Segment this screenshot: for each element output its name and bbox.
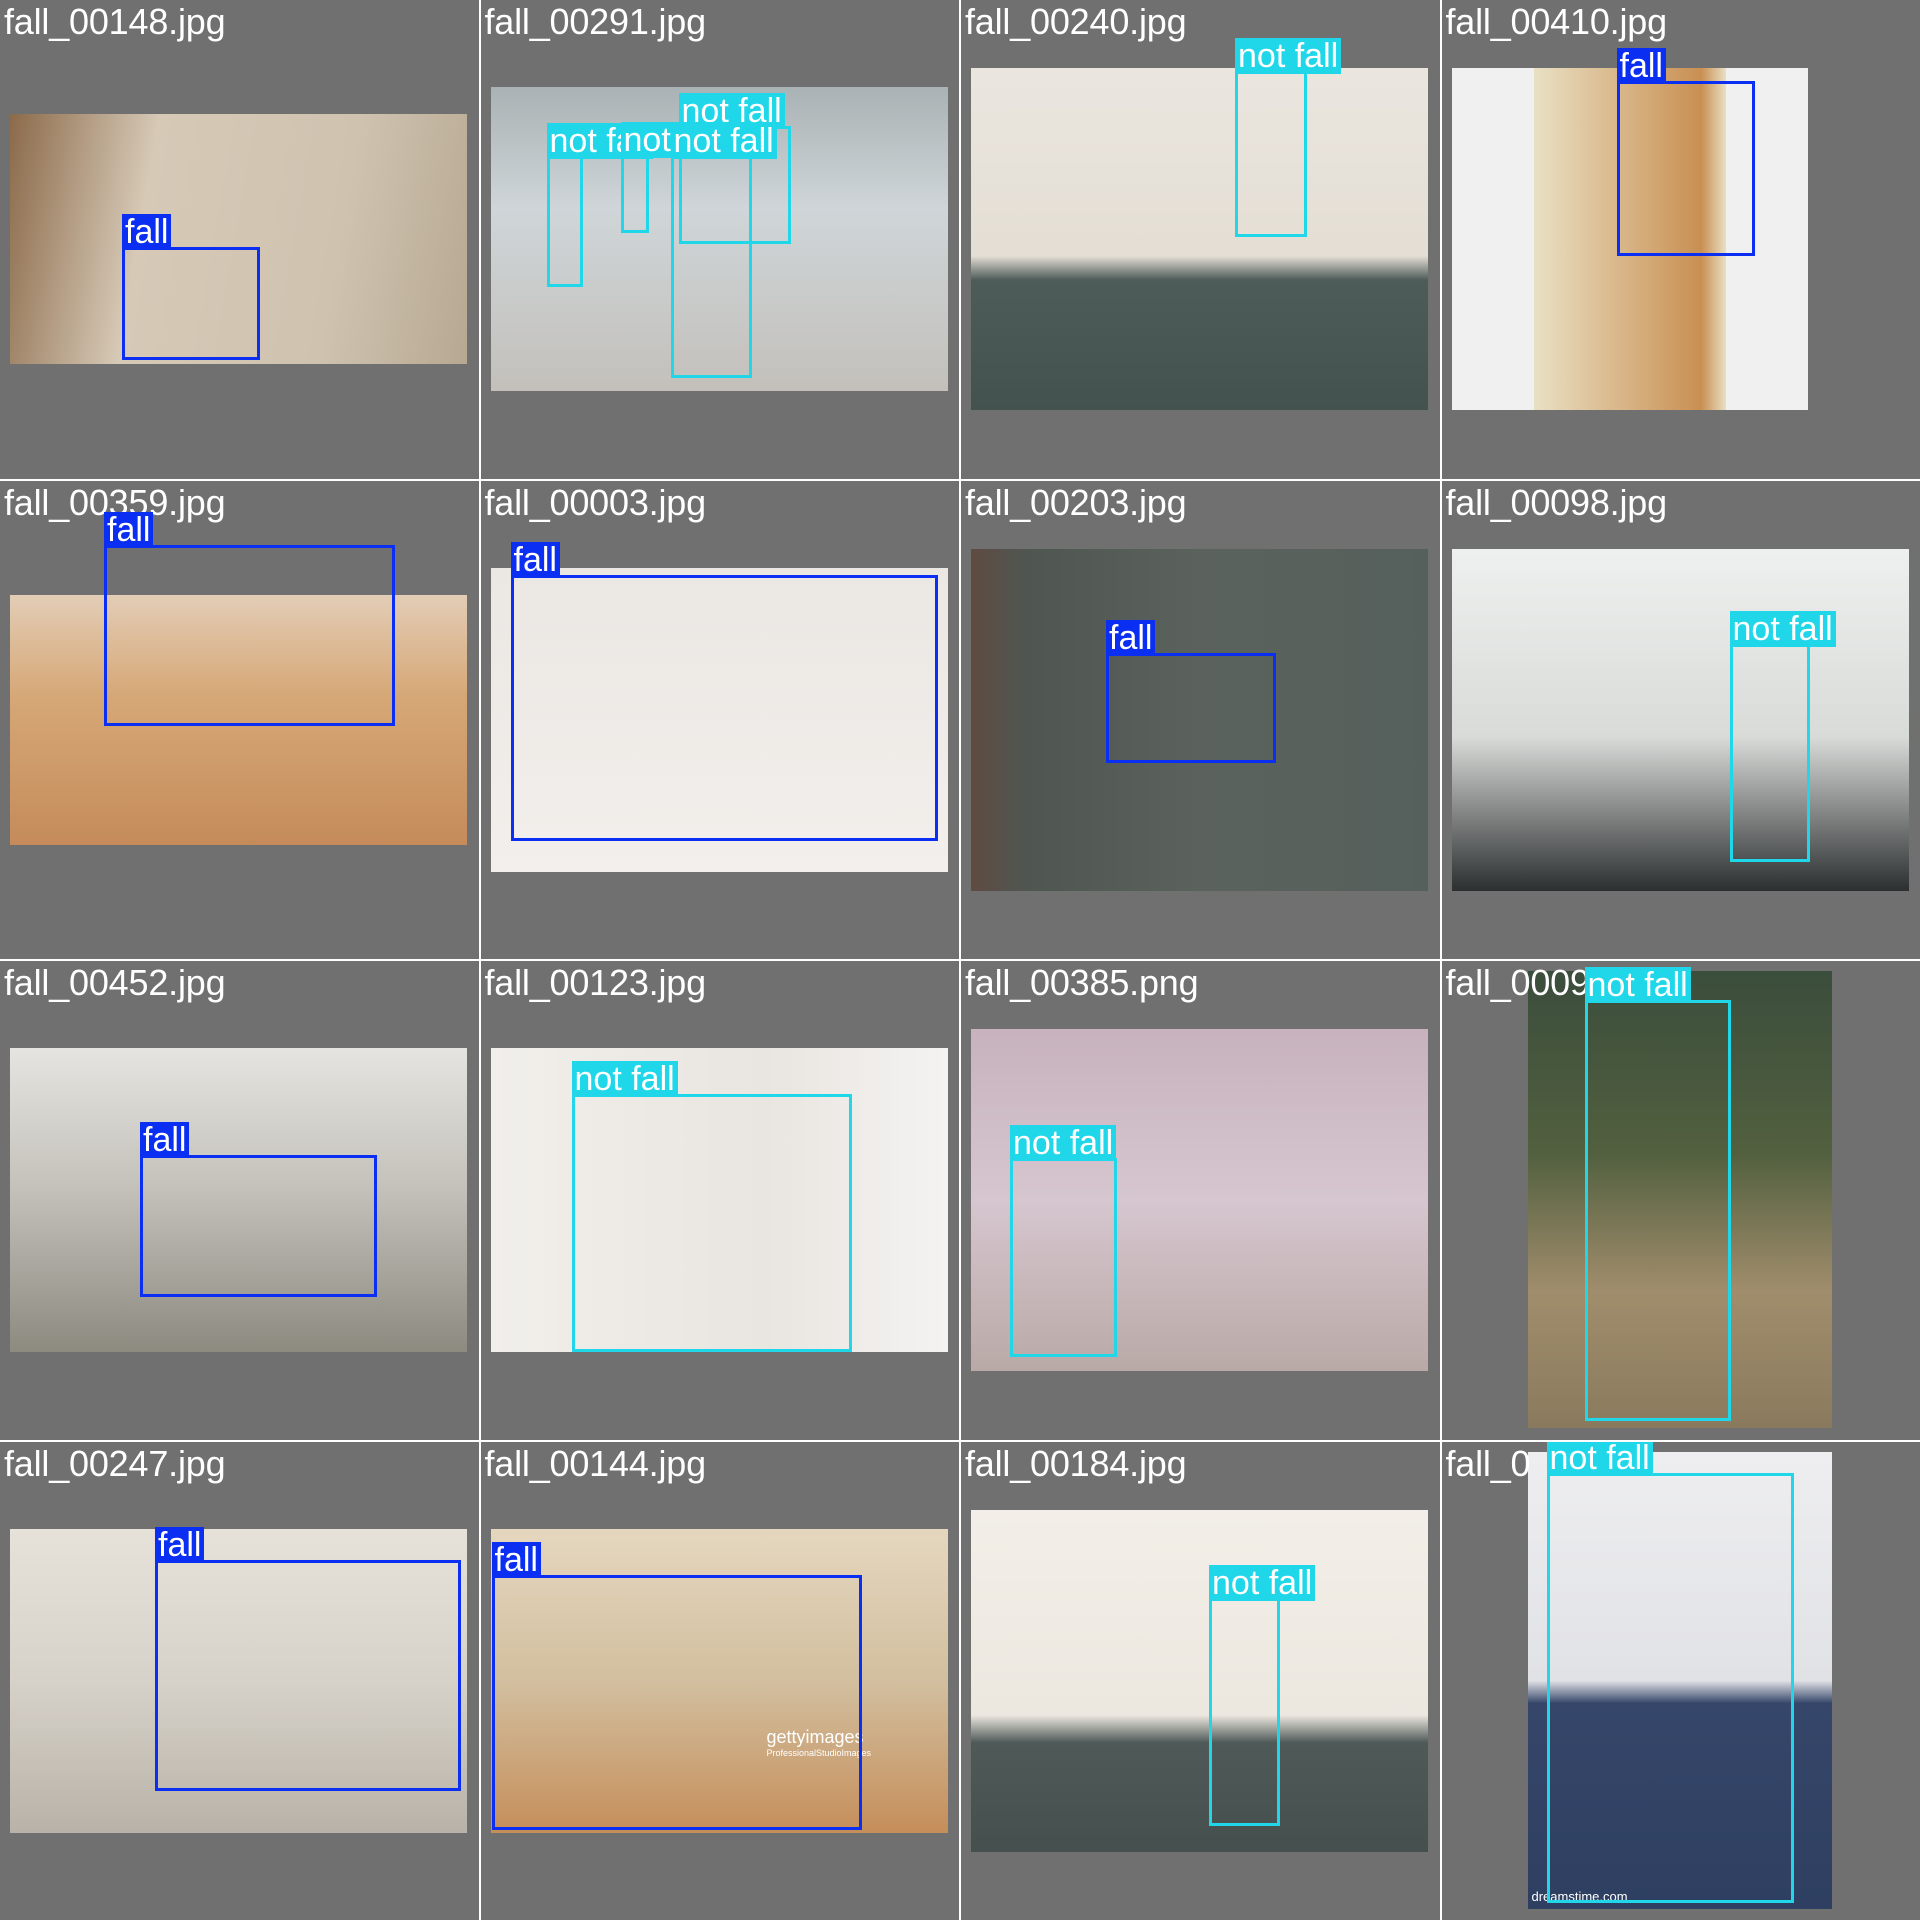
- detection-label: not fall: [1584, 967, 1691, 1003]
- detection-label: fall: [1616, 48, 1666, 84]
- tile: fall_0009 not fall: [1441, 961, 1920, 1440]
- not-fall-bounding-box: not fall: [620, 122, 727, 233]
- tile-filename: fall_0: [1445, 1442, 1531, 1484]
- not-fall-bounding-box: not fall: [1729, 610, 1836, 862]
- detection-label: fall: [104, 511, 154, 548]
- tile: fall_00144.jpg fall gettyimages Professiona…: [480, 1441, 959, 1920]
- tile: fall_00410.jpgfall: [1441, 0, 1920, 479]
- tile-filename: fall_00144.jpg: [484, 1442, 707, 1484]
- tile-filename: fall_00203.jpg: [965, 481, 1187, 523]
- fall-bounding-box: fall: [122, 214, 260, 360]
- tile-filename: fall_00247.jpg: [4, 1442, 226, 1484]
- tile-filename: fall_00240.jpg: [965, 1, 1187, 42]
- not-fall-bounding-box: not fall: [1209, 1564, 1316, 1826]
- not-fall-bounding-box: not fall: [546, 123, 653, 287]
- detection-label: not fall: [1010, 1125, 1117, 1161]
- detection-label: fall: [491, 1541, 541, 1578]
- tile-filename: fall_00385.png: [965, 962, 1199, 1003]
- tile: fall_00291.jpgnot fallnot fallnot fallno…: [480, 0, 959, 479]
- tile-filename: fall_00184.jpg: [965, 1442, 1187, 1484]
- detection-label: not fall: [1546, 1441, 1653, 1476]
- tile: fall_00385.pngnot fall: [961, 961, 1440, 1440]
- tile-filename: fall_00003.jpg: [484, 481, 707, 523]
- tile-filename: fall_00291.jpg: [484, 1, 707, 42]
- tile-filename: fall_00410.jpg: [1445, 1, 1668, 42]
- not-fall-bounding-box: not fall: [571, 1061, 852, 1352]
- fall-bounding-box: fall: [510, 541, 938, 841]
- fall-bounding-box: fall: [491, 1541, 862, 1830]
- tile-filename: fall_00148.jpg: [4, 1, 226, 42]
- tile-filename: fall_0009: [1445, 962, 1591, 1003]
- fall-bounding-box: fall: [140, 1122, 377, 1297]
- tile: fall_00452.jpgfall: [0, 961, 479, 1440]
- tile-filename: fall_00452.jpg: [4, 962, 226, 1003]
- tile-photo: [971, 68, 1428, 410]
- detection-grid: fall_00148.jpg fall fall_00291.jpg not fall…: [0, 0, 1920, 1920]
- tile-filename: fall_00098.jpg: [1445, 481, 1668, 523]
- tile: fall_00098.jpgnot fall: [1441, 480, 1920, 959]
- not-fall-bounding-box: not fall: [1546, 1441, 1794, 1903]
- detection-label: not fall: [1235, 38, 1342, 74]
- not-fall-bounding-box: not fall: [670, 123, 777, 378]
- detection-label: fall: [122, 214, 172, 250]
- tile: fall_00184.jpgnot fall: [961, 1441, 1440, 1920]
- tile-filename: fall_00123.jpg: [484, 962, 707, 1003]
- tile: fall_00148.jpgfall: [0, 0, 479, 479]
- fall-bounding-box: fall: [1106, 619, 1276, 763]
- tile-photo: [971, 1509, 1428, 1852]
- not-fall-bounding-box: not fall: [1010, 1125, 1117, 1357]
- detection-label: fall: [155, 1526, 205, 1563]
- tile: fall_00203.jpgfall: [961, 480, 1440, 959]
- tile-photo: [1451, 548, 1909, 891]
- detection-label: fall: [510, 541, 560, 578]
- detection-label: not fall: [1209, 1564, 1316, 1601]
- fall-bounding-box: fall: [1616, 48, 1755, 256]
- not-fall-bounding-box: not fall: [1584, 967, 1731, 1421]
- tile: fall_00003.jpgfall: [480, 480, 959, 959]
- tile: fall_0 not fall dreamstime.com: [1441, 1441, 1920, 1920]
- tile: fall_00247.jpgfall: [0, 1441, 479, 1920]
- not-fall-bounding-box: not fall: [1235, 38, 1342, 237]
- detection-label: not fall: [670, 123, 777, 159]
- fall-bounding-box: fall: [104, 511, 395, 726]
- tile: fall_00359.jpg fall: [0, 480, 479, 959]
- tile: fall_00123.jpgnot fall: [480, 961, 959, 1440]
- tile: fall_00240.jpgnot fall: [961, 0, 1440, 479]
- detection-label: not fall: [1729, 610, 1836, 647]
- detection-label: not fall: [571, 1061, 678, 1097]
- detection-label: fall: [1106, 619, 1156, 656]
- fall-bounding-box: fall: [155, 1526, 461, 1791]
- detection-label: fall: [140, 1122, 190, 1158]
